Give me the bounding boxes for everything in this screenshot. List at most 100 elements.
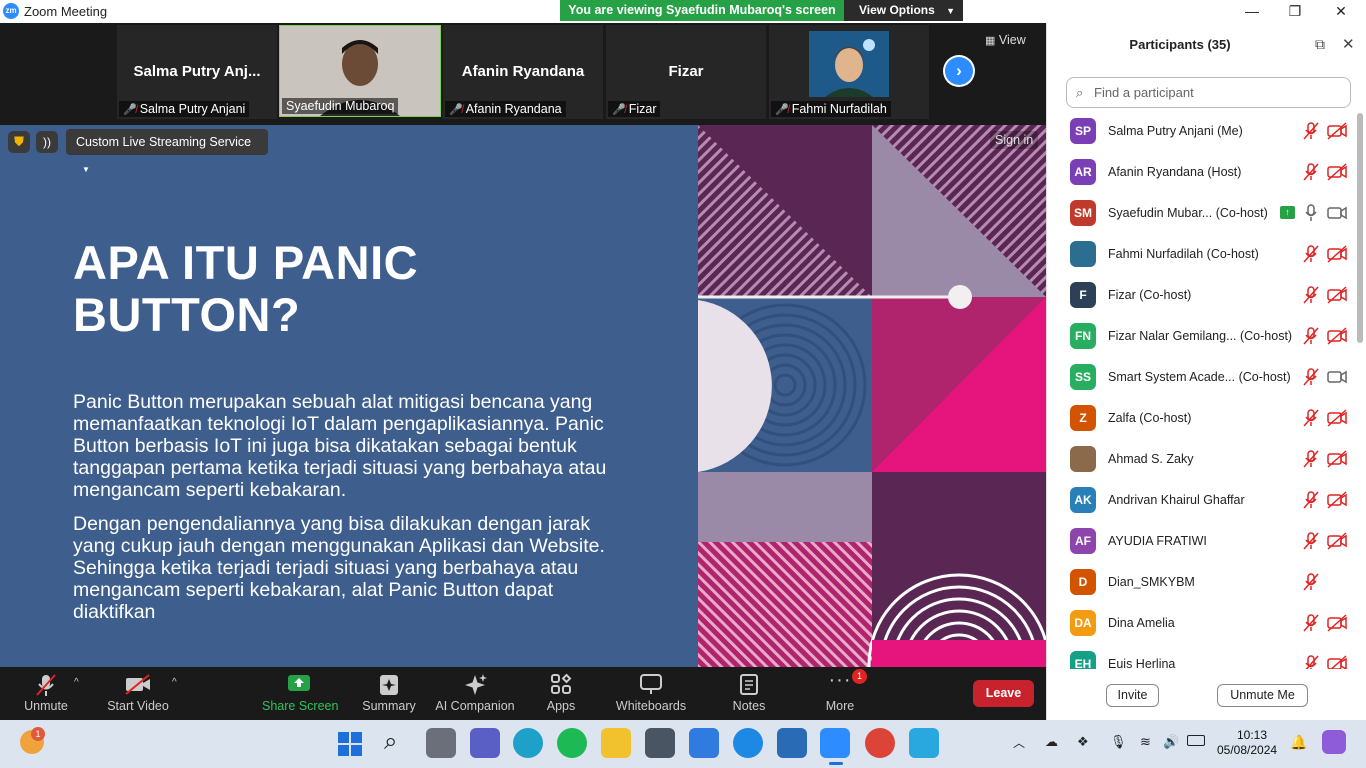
rss-stream-icon[interactable]: )): [36, 131, 58, 153]
file-explorer-icon[interactable]: [601, 728, 631, 758]
whiteboards-button[interactable]: Whiteboards: [612, 667, 690, 720]
notification-bell-icon[interactable]: 🔔: [1290, 734, 1307, 751]
mic-muted-icon: 🎤̸: [775, 104, 789, 116]
stream-service-dropdown[interactable]: Custom Live Streaming Service ▼: [66, 129, 268, 174]
mic-muted-icon[interactable]: [1303, 531, 1319, 551]
participant-row[interactable]: Fahmi Nurfadilah (Co-host): [1047, 234, 1357, 275]
start-video-button[interactable]: Start Video: [104, 667, 172, 720]
restore-button[interactable]: ❐: [1283, 2, 1307, 20]
cloud-off-icon[interactable]: ☁: [1045, 734, 1058, 750]
participant-row[interactable]: D Dian_SMKYBM: [1047, 562, 1357, 603]
participant-row[interactable]: AF AYUDIA FRATIWI: [1047, 521, 1357, 562]
copilot-icon[interactable]: [1322, 730, 1346, 754]
close-button[interactable]: ✕: [1329, 2, 1353, 20]
mic-muted-icon[interactable]: [1303, 244, 1319, 264]
video-off-icon[interactable]: [1327, 122, 1347, 140]
task-view-icon[interactable]: [426, 728, 456, 758]
participant-row[interactable]: SM Syaefudin Mubar... (Co-host) ↑: [1047, 193, 1357, 234]
video-tile[interactable]: Salma Putry Anj... 🎤̸ Salma Putry Anjani: [117, 25, 277, 119]
notepad-icon[interactable]: [909, 728, 939, 758]
leave-button[interactable]: Leave: [973, 680, 1034, 707]
mic-muted-icon[interactable]: [1303, 490, 1319, 510]
show-hidden-icons-chevron[interactable]: ︿: [1013, 734, 1025, 751]
mic-muted-icon[interactable]: [1303, 121, 1319, 141]
video-off-icon[interactable]: [1327, 491, 1347, 509]
video-icon[interactable]: [1327, 204, 1347, 222]
mic-muted-icon[interactable]: [1303, 613, 1319, 633]
participant-row[interactable]: F Fizar (Co-host): [1047, 275, 1357, 316]
chrome-icon[interactable]: [865, 728, 895, 758]
video-options-caret[interactable]: ^: [172, 677, 177, 688]
video-off-icon[interactable]: [1327, 655, 1347, 669]
video-off-icon[interactable]: [1327, 532, 1347, 550]
video-off-icon[interactable]: [1327, 163, 1347, 181]
video-tile[interactable]: 🎤̸ Fahmi Nurfadilah: [769, 25, 929, 119]
view-options-button[interactable]: View Options ▼: [844, 0, 963, 21]
mic-muted-icon[interactable]: [1303, 449, 1319, 469]
edge-browser-icon[interactable]: [513, 728, 543, 758]
video-off-icon[interactable]: [1327, 245, 1347, 263]
minimize-button[interactable]: —: [1240, 2, 1264, 20]
mic-muted-icon[interactable]: [1303, 367, 1319, 387]
participant-row[interactable]: FN Fizar Nalar Gemilang... (Co-host): [1047, 316, 1357, 357]
participant-row[interactable]: SS Smart System Acade... (Co-host): [1047, 357, 1357, 398]
video-tile[interactable]: Fizar 🎤̸ Fizar: [606, 25, 766, 119]
zoom-taskbar-icon[interactable]: [820, 728, 850, 758]
participant-row[interactable]: AK Andrivan Khairul Ghaffar: [1047, 480, 1357, 521]
dropbox-icon[interactable]: ❖: [1077, 734, 1089, 750]
video-tile-active-speaker[interactable]: Syaefudin Mubaroq: [279, 25, 441, 117]
video-off-icon[interactable]: [1327, 450, 1347, 468]
unmute-me-button[interactable]: Unmute Me: [1217, 684, 1308, 707]
teams-icon[interactable]: [470, 728, 500, 758]
battery-icon[interactable]: [1187, 735, 1205, 746]
mic-muted-icon[interactable]: [1303, 326, 1319, 346]
summary-button[interactable]: Summary: [358, 667, 420, 720]
participant-row[interactable]: Ahmad S. Zaky: [1047, 439, 1357, 480]
apps-button[interactable]: Apps: [538, 667, 584, 720]
mic-muted-icon[interactable]: [1303, 162, 1319, 182]
audio-options-caret[interactable]: ^: [74, 677, 79, 688]
participant-list-scrollbar[interactable]: [1357, 113, 1363, 343]
mic-muted-icon[interactable]: [1303, 654, 1319, 669]
participant-row[interactable]: Z Zalfa (Co-host): [1047, 398, 1357, 439]
video-off-icon[interactable]: [1327, 327, 1347, 345]
video-off-icon[interactable]: [1327, 614, 1347, 632]
view-button[interactable]: ▦ View: [985, 33, 1026, 47]
mic-muted-icon[interactable]: [1303, 572, 1319, 592]
video-off-icon[interactable]: [1327, 286, 1347, 304]
pop-out-icon[interactable]: ⧉: [1315, 36, 1325, 53]
ai-companion-button[interactable]: AI Companion: [434, 667, 516, 720]
close-panel-icon[interactable]: ✕: [1342, 35, 1355, 53]
windows-start-icon[interactable]: [338, 732, 362, 756]
microphone-tray-icon[interactable]: 🎙: [1110, 734, 1127, 750]
notes-button[interactable]: Notes: [724, 667, 774, 720]
participant-row[interactable]: AR Afanin Ryandana (Host): [1047, 152, 1357, 193]
volume-icon[interactable]: 🔊: [1163, 734, 1179, 750]
microsoft-store-icon[interactable]: [689, 728, 719, 758]
avatar: DA: [1070, 610, 1096, 636]
mic-icon[interactable]: [1303, 203, 1319, 223]
video-icon[interactable]: [1327, 368, 1347, 386]
search-icon[interactable]: ⌕: [384, 728, 397, 756]
next-page-button[interactable]: ›: [943, 55, 975, 87]
news-app-icon[interactable]: [777, 728, 807, 758]
security-shield-icon[interactable]: ⛊: [8, 131, 30, 153]
participant-row[interactable]: SP Salma Putry Anjani (Me): [1047, 111, 1357, 152]
sign-in-link[interactable]: Sign in: [990, 131, 1039, 149]
spotify-icon[interactable]: [557, 728, 587, 758]
participant-row[interactable]: DA Dina Amelia: [1047, 603, 1357, 644]
clock[interactable]: 10:13 05/08/2024: [1217, 728, 1277, 758]
calculator-icon[interactable]: [645, 728, 675, 758]
participant-search-input[interactable]: ⌕ Find a participant: [1066, 77, 1351, 108]
more-button[interactable]: ··· 1 More: [816, 667, 867, 720]
invite-button[interactable]: Invite: [1106, 684, 1159, 707]
unmute-button[interactable]: Unmute: [14, 667, 78, 720]
mic-muted-icon[interactable]: [1303, 408, 1319, 428]
get-help-icon[interactable]: [733, 728, 763, 758]
mic-muted-icon[interactable]: [1303, 285, 1319, 305]
video-tile[interactable]: Afanin Ryandana 🎤̸ Afanin Ryandana: [443, 25, 603, 119]
wifi-icon[interactable]: ≋: [1140, 734, 1151, 750]
video-off-icon[interactable]: [1327, 409, 1347, 427]
share-screen-button[interactable]: Share Screen: [262, 667, 338, 720]
participant-row[interactable]: EH Euis Herlina: [1047, 644, 1357, 669]
